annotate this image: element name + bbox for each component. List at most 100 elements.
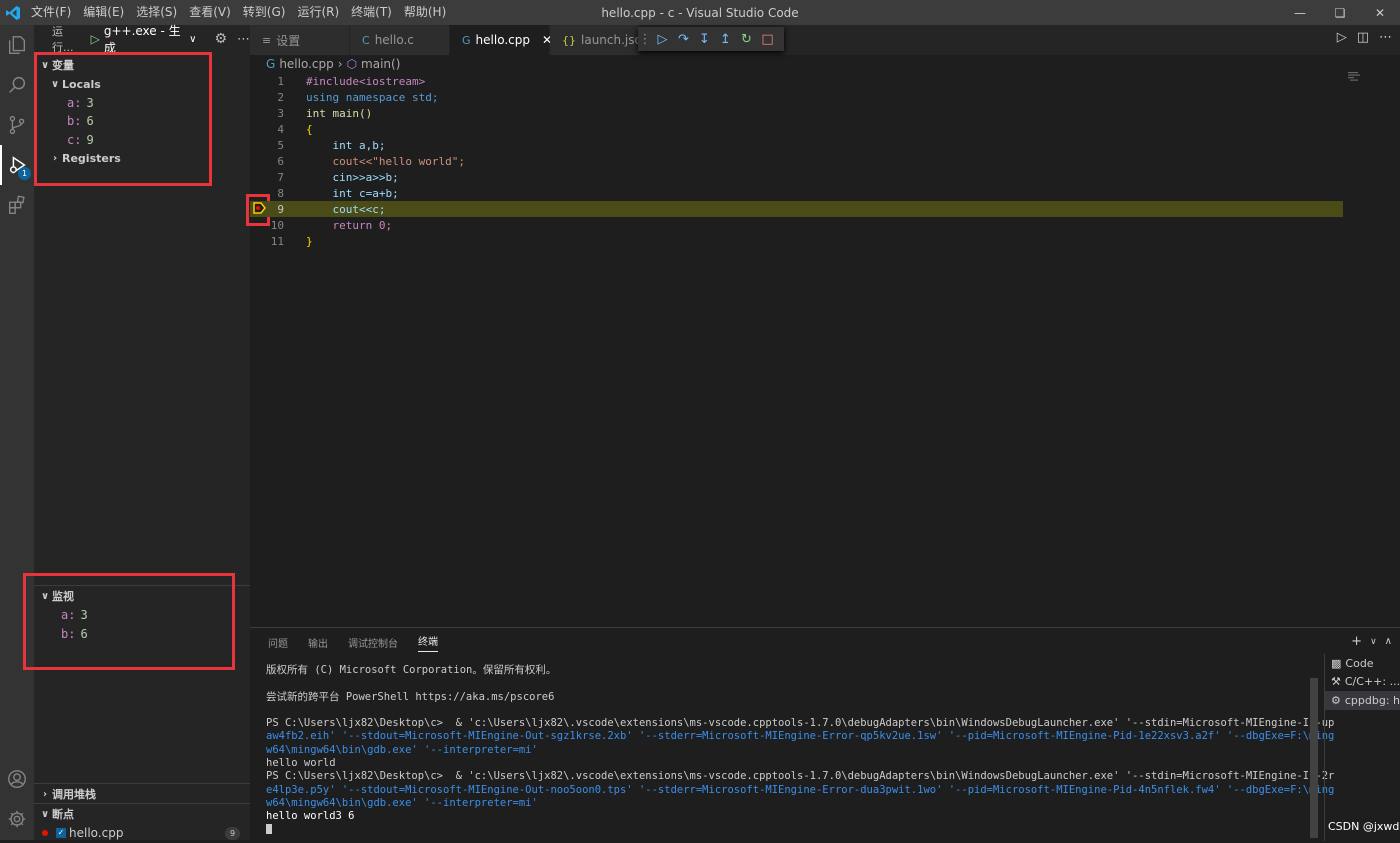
- search-icon[interactable]: [0, 65, 34, 105]
- code-text: return 0;: [306, 218, 393, 232]
- tab-label: 设置: [276, 33, 301, 48]
- continue-icon[interactable]: ▷: [652, 32, 673, 47]
- watch-header[interactable]: ∨ 监视: [34, 586, 250, 606]
- run-file-icon[interactable]: ▷: [1337, 30, 1347, 45]
- terminal-line: PS C:\Users\ljx82\Desktop\c> & 'c:\Users…: [266, 770, 1335, 783]
- code-text: int a,b;: [306, 138, 386, 152]
- chevron-right-icon: ›: [337, 57, 343, 71]
- menu-help[interactable]: 帮助(H): [398, 0, 452, 25]
- chevron-down-icon: ∨: [189, 33, 197, 45]
- editor-actions: ▷ ◫ ⋯: [1337, 30, 1392, 45]
- tab-hello-c[interactable]: C hello.c: [350, 25, 450, 55]
- terminal-item-label: cppdbg: he: [1344, 693, 1400, 707]
- more-editor-actions-icon[interactable]: ⋯: [1379, 30, 1392, 45]
- restore-icon[interactable]: ❏: [1320, 0, 1360, 25]
- watch-section: ∨ 监视 a: 3 b: 6: [34, 585, 250, 643]
- chevron-down-icon: ∨: [40, 808, 50, 820]
- variable-row[interactable]: c: 9: [34, 131, 250, 150]
- terminal-output[interactable]: 版权所有 (C) Microsoft Corporation。保留所有权利。 尝试…: [266, 664, 1335, 838]
- step-into-icon[interactable]: ↧: [694, 32, 715, 47]
- tab-settings[interactable]: ≡ 设置: [250, 25, 350, 55]
- minimap[interactable]: [1348, 72, 1364, 82]
- tab-launch-json[interactable]: {} launch.json: [550, 25, 649, 55]
- close-window-icon[interactable]: ✕: [1360, 0, 1400, 25]
- breadcrumb-symbol[interactable]: main(): [361, 57, 400, 71]
- restart-icon[interactable]: ↻: [736, 32, 757, 47]
- vscode-logo-icon: [0, 0, 25, 25]
- locals-scope[interactable]: ∨ Locals: [34, 75, 250, 94]
- code-text: cout<<c;: [306, 202, 386, 216]
- line-number: 1: [277, 74, 284, 88]
- menu-go[interactable]: 转到(G): [237, 0, 292, 25]
- breakpoint-file: hello.cpp: [69, 826, 124, 841]
- current-line-arrow-icon[interactable]: [253, 202, 266, 214]
- drag-handle-icon[interactable]: ⋮: [638, 32, 652, 47]
- extensions-icon[interactable]: [0, 185, 34, 225]
- registers-scope[interactable]: › Registers: [34, 149, 250, 168]
- settings-file-icon: ≡: [262, 33, 272, 47]
- title-bar: 文件(F) 编辑(E) 选择(S) 查看(V) 转到(G) 运行(R) 终端(T…: [0, 0, 1400, 25]
- terminal-line: 尝试新的跨平台 PowerShell https://aka.ms/pscore…: [266, 690, 555, 703]
- tab-terminal[interactable]: 终端: [418, 633, 438, 652]
- tab-hello-cpp[interactable]: G hello.cpp ✕: [450, 25, 552, 55]
- terminal-icon: ▩: [1331, 656, 1342, 670]
- start-debug-icon[interactable]: ▷: [91, 32, 100, 46]
- debug-config-select[interactable]: ▷ g++.exe - 生成 ∨: [91, 22, 197, 56]
- bottom-panel: 问题 输出 调试控制台 终端 + ∨ ∧ 版权所有 (C) Microsoft …: [250, 627, 1400, 841]
- variable-row[interactable]: a: 3: [34, 94, 250, 113]
- terminal-item[interactable]: ⚒ C/C++: ...: [1325, 673, 1400, 692]
- line-number: 11: [270, 234, 284, 248]
- menu-terminal[interactable]: 终端(T): [345, 0, 398, 25]
- run-debug-icon[interactable]: 1: [0, 145, 34, 185]
- call-stack-header[interactable]: › 调用堆栈: [34, 784, 250, 804]
- terminal-item[interactable]: ⚙cppdbg: he: [1325, 691, 1400, 710]
- tab-output[interactable]: 输出: [308, 635, 328, 650]
- watch-row[interactable]: b: 6: [34, 625, 250, 644]
- variable-name: c:: [67, 132, 82, 147]
- variables-section: ∨ 变量 ∨ Locals a: 3 b: 6 c: 9 › Registers: [34, 55, 250, 168]
- breakpoint-checkbox[interactable]: ✓: [56, 828, 66, 839]
- menu-run[interactable]: 运行(R): [291, 0, 345, 25]
- menu-bar: 文件(F) 编辑(E) 选择(S) 查看(V) 转到(G) 运行(R) 终端(T…: [25, 0, 452, 25]
- variable-value: 3: [86, 95, 94, 110]
- terminal-line: hello world3 6: [266, 810, 355, 823]
- breakpoints-header[interactable]: ∨ 断点: [34, 804, 250, 824]
- stop-icon[interactable]: □: [757, 32, 778, 47]
- watch-title: 监视: [52, 590, 74, 603]
- code-line: 1 #include<iostream>: [250, 73, 1343, 89]
- window-controls: — ❏ ✕: [1280, 0, 1400, 25]
- code-line: 4 {: [250, 121, 1343, 137]
- terminal-scrollbar[interactable]: [1310, 678, 1318, 838]
- panel-actions: + ∨ ∧: [1351, 634, 1392, 649]
- open-launch-json-gear-icon[interactable]: ⚙: [214, 31, 227, 47]
- cpp-file-icon: G: [462, 33, 471, 47]
- watch-row[interactable]: a: 3: [34, 606, 250, 625]
- explorer-icon[interactable]: [0, 25, 34, 65]
- maximize-panel-chevron-up-icon[interactable]: ∧: [1385, 636, 1392, 649]
- watermark: CSDN @jxwd: [1328, 820, 1400, 833]
- more-actions-icon[interactable]: ⋯: [237, 32, 250, 47]
- code-editor[interactable]: 1 #include<iostream> 2 using namespace s…: [250, 73, 1350, 253]
- tab-debug-console[interactable]: 调试控制台: [348, 635, 398, 650]
- symbol-method-icon: ⬡: [346, 57, 358, 71]
- tab-problems[interactable]: 问题: [268, 635, 288, 650]
- call-stack-title: 调用堆栈: [52, 788, 96, 801]
- source-control-icon[interactable]: [0, 105, 34, 145]
- run-toolbar: 运行... ▷ g++.exe - 生成 ∨ ⚙ ⋯: [34, 22, 250, 56]
- manage-gear-icon[interactable]: [0, 799, 34, 839]
- variable-row[interactable]: b: 6: [34, 112, 250, 131]
- code-line: 2 using namespace std;: [250, 89, 1343, 105]
- breadcrumb-file[interactable]: hello.cpp: [279, 57, 333, 71]
- menu-file[interactable]: 文件(F): [25, 0, 77, 25]
- minimize-icon[interactable]: —: [1280, 0, 1320, 25]
- terminal-item[interactable]: ▩ Code: [1325, 654, 1400, 673]
- step-out-icon[interactable]: ↥: [715, 32, 736, 47]
- new-terminal-plus-icon[interactable]: +: [1351, 634, 1362, 649]
- account-icon[interactable]: [0, 759, 34, 799]
- terminal-line: aw4fb2.eih' '--stdout=Microsoft-MIEngine…: [266, 730, 1335, 743]
- step-over-icon[interactable]: ↷: [673, 32, 694, 47]
- split-editor-icon[interactable]: ◫: [1357, 30, 1369, 45]
- cpp-file-icon: G: [266, 57, 276, 71]
- variables-header[interactable]: ∨ 变量: [34, 55, 250, 75]
- chevron-down-icon[interactable]: ∨: [1370, 637, 1377, 649]
